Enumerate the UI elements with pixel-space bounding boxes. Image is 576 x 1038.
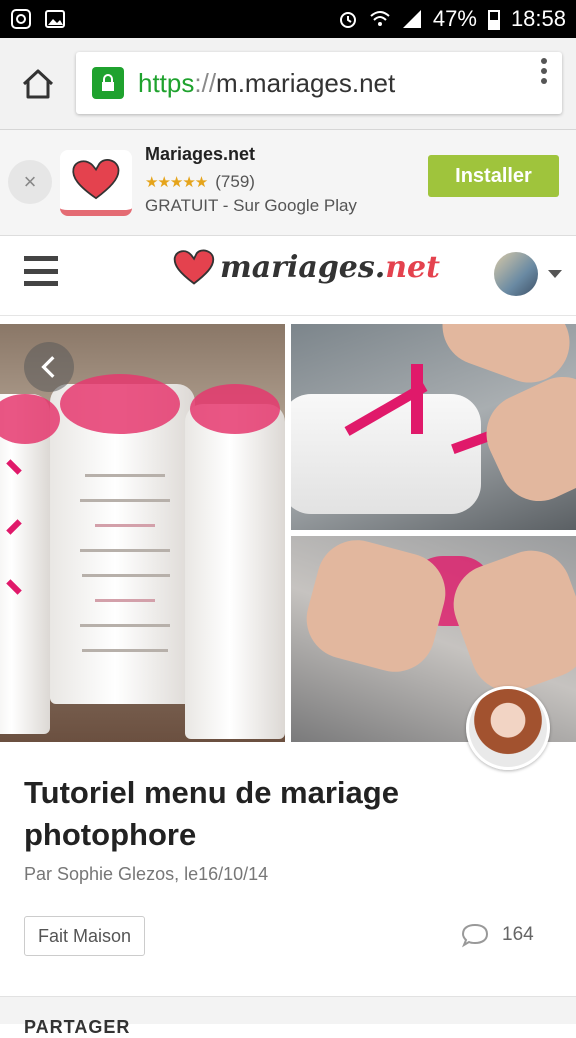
app-name: Mariages.net (145, 144, 256, 164)
category-tag-button[interactable]: Fait Maison (24, 916, 146, 956)
status-bar: 47% 18:58 (0, 0, 576, 38)
url-text: https://m.mariages.net (138, 67, 396, 98)
hamburger-menu-icon[interactable] (24, 256, 58, 286)
comments-link[interactable]: 164 (460, 922, 534, 948)
share-section: PARTAGER (0, 996, 576, 1037)
lock-icon (92, 67, 124, 99)
author-avatar[interactable] (466, 686, 550, 770)
article-gallery (0, 324, 576, 742)
battery-percent: 47% (432, 6, 477, 31)
gallery-icon (45, 10, 65, 28)
heart-logo-icon (173, 249, 215, 285)
overflow-menu-icon[interactable] (532, 58, 556, 84)
rating-count: (759) (215, 172, 255, 191)
article-title: Tutoriel menu de mariage photophore (24, 775, 399, 852)
article-byline: Par Sophie Glezos, le16/10/14 (24, 864, 269, 884)
chevron-left-icon (41, 356, 55, 378)
app-icon (60, 150, 132, 216)
chevron-down-icon[interactable] (548, 270, 562, 278)
app-install-banner: × Mariages.net ★★★★★ (759) GRATUIT - Sur… (0, 130, 576, 236)
share-label: PARTAGER (24, 1017, 131, 1037)
star-rating-icon: ★★★★★ (145, 174, 208, 191)
user-avatar[interactable] (494, 252, 538, 296)
battery-icon (487, 10, 500, 30)
previous-image-button[interactable] (24, 342, 74, 392)
signal-icon (402, 10, 421, 28)
home-icon[interactable] (20, 66, 56, 102)
wifi-icon (370, 11, 390, 26)
comment-bubble-icon (461, 923, 489, 948)
gallery-photo-main[interactable] (0, 324, 285, 742)
app-subtitle: GRATUIT - Sur Google Play (145, 196, 357, 215)
address-bar[interactable]: https://m.mariages.net (76, 52, 562, 114)
browser-toolbar: https://m.mariages.net (0, 38, 576, 130)
comment-count: 164 (502, 924, 534, 945)
clock: 18:58 (510, 6, 566, 31)
app-rating: ★★★★★ (759) (145, 172, 255, 192)
site-logo[interactable]: mariages.net (172, 248, 440, 286)
site-header: mariages.net (0, 236, 576, 316)
install-button[interactable]: Installer (428, 155, 559, 197)
alarm-icon (339, 12, 356, 28)
instagram-icon (11, 9, 31, 29)
close-icon[interactable]: × (8, 160, 52, 204)
gallery-photo-top-right[interactable] (291, 324, 576, 530)
